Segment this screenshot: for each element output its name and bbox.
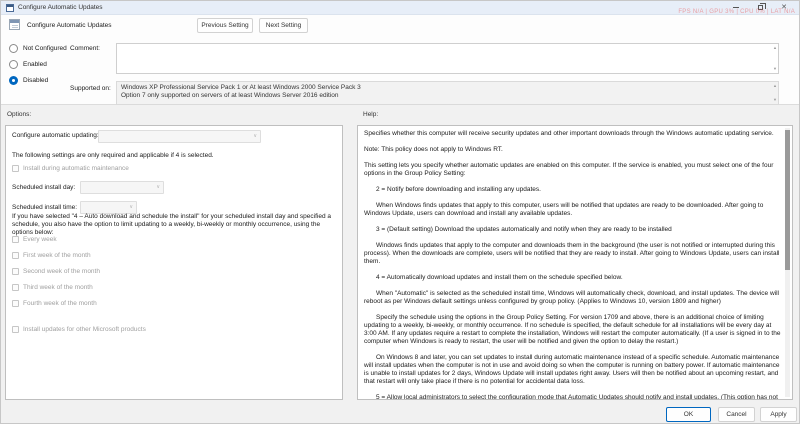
supported-on-label: Supported on: bbox=[70, 85, 111, 92]
checkbox-other-microsoft-products[interactable]: Install updates for other Microsoft prod… bbox=[12, 326, 146, 333]
radio-not-configured[interactable]: Not Configured bbox=[9, 43, 67, 53]
maintenance-checkbox-row[interactable]: Install during automatic maintenance bbox=[12, 165, 129, 172]
header-section: Configure Automatic Updates Previous Set… bbox=[1, 15, 799, 105]
install-day-dropdown[interactable]: ∨ bbox=[80, 181, 164, 194]
checkbox-label: First week of the month bbox=[23, 252, 91, 259]
checkbox-second-week[interactable]: Second week of the month bbox=[12, 268, 100, 275]
help-paragraph: This setting lets you specify whether au… bbox=[364, 162, 781, 178]
schedule-note: If you have selected "4 – Auto download … bbox=[12, 213, 336, 237]
checkbox-label: Fourth week of the month bbox=[23, 300, 97, 307]
configure-updating-dropdown[interactable]: ∨ bbox=[98, 130, 261, 143]
checkbox-fourth-week[interactable]: Fourth week of the month bbox=[12, 300, 97, 307]
help-panel-label: Help: bbox=[363, 111, 378, 118]
help-paragraph: Specify the schedule using the options i… bbox=[364, 314, 781, 346]
minimize-icon bbox=[733, 7, 739, 8]
supported-on-box: Windows XP Professional Service Pack 1 o… bbox=[116, 81, 779, 105]
help-paragraph: 3 = (Default setting) Download the updat… bbox=[364, 226, 781, 234]
install-time-label: Scheduled install time: bbox=[12, 204, 77, 211]
cancel-button[interactable]: Cancel bbox=[718, 407, 755, 422]
checkbox-label: Third week of the month bbox=[23, 284, 93, 291]
install-day-label: Scheduled install day: bbox=[12, 184, 75, 191]
policy-window-icon bbox=[6, 4, 14, 12]
performance-overlay: FPS N/A | GPU 3% | CPU 0% | LAT N/A bbox=[678, 9, 795, 15]
options-panel: Configure automatic updating: ∨ The foll… bbox=[5, 125, 343, 400]
apply-button[interactable]: Apply bbox=[760, 407, 797, 422]
checkbox-icon bbox=[12, 236, 19, 243]
next-setting-button[interactable]: Next Setting bbox=[259, 18, 308, 33]
help-paragraph: Specifies whether this computer will rec… bbox=[364, 130, 781, 138]
radio-circle-icon bbox=[9, 44, 18, 53]
maintenance-checkbox-label: Install during automatic maintenance bbox=[23, 165, 129, 172]
checkbox-third-week[interactable]: Third week of the month bbox=[12, 284, 93, 291]
help-scrollbar-thumb[interactable] bbox=[785, 130, 790, 270]
chevron-down-icon: ∨ bbox=[253, 133, 257, 139]
configure-updating-label: Configure automatic updating: bbox=[12, 132, 99, 139]
help-paragraph: When "Automatic" is selected as the sche… bbox=[364, 290, 781, 306]
help-paragraph: 5 = Allow local administrators to select… bbox=[364, 394, 781, 400]
checkbox-first-week[interactable]: First week of the month bbox=[12, 252, 91, 259]
help-paragraph: 4 = Automatically download updates and i… bbox=[364, 274, 781, 282]
scroll-down-icon[interactable]: ▼ bbox=[773, 67, 777, 71]
comment-textarea[interactable]: ▲ ▼ bbox=[116, 43, 779, 74]
radio-label: Not Configured bbox=[23, 45, 67, 52]
window-title: Configure Automatic Updates bbox=[18, 1, 103, 15]
radio-label: Disabled bbox=[23, 77, 48, 84]
help-scrollbar[interactable] bbox=[785, 128, 790, 397]
help-text: Specifies whether this computer will rec… bbox=[364, 130, 781, 400]
supported-on-line2: Option 7 only supported on servers of at… bbox=[121, 92, 768, 100]
chevron-down-icon: ∨ bbox=[129, 204, 133, 210]
scroll-down-icon[interactable]: ▼ bbox=[773, 98, 777, 102]
page-title: Configure Automatic Updates bbox=[27, 22, 112, 29]
radio-disabled[interactable]: Disabled bbox=[9, 75, 48, 85]
configure-automatic-updates-dialog: Configure Automatic Updates ✕ FPS N/A | … bbox=[0, 0, 800, 424]
checkbox-icon bbox=[12, 284, 19, 291]
help-paragraph: On Windows 8 and later, you can set upda… bbox=[364, 354, 781, 386]
radio-enabled[interactable]: Enabled bbox=[9, 59, 47, 69]
help-paragraph: 2 = Notify before downloading and instal… bbox=[364, 186, 781, 194]
ok-button[interactable]: OK bbox=[666, 407, 711, 422]
checkbox-label: Second week of the month bbox=[23, 268, 100, 275]
help-paragraph: Note: This policy does not apply to Wind… bbox=[364, 146, 781, 154]
checkbox-icon bbox=[12, 326, 19, 333]
scroll-up-icon[interactable]: ▲ bbox=[773, 46, 777, 50]
help-paragraph: When Windows finds updates that apply to… bbox=[364, 202, 781, 218]
radio-circle-icon bbox=[9, 60, 18, 69]
radio-selected-icon bbox=[9, 76, 18, 85]
comment-label: Comment: bbox=[70, 45, 100, 52]
applicable-note: The following settings are only required… bbox=[12, 152, 214, 159]
checkbox-icon bbox=[12, 268, 19, 275]
scroll-up-icon[interactable]: ▲ bbox=[773, 84, 777, 88]
checkbox-every-week[interactable]: Every week bbox=[12, 236, 57, 243]
chevron-down-icon: ∨ bbox=[156, 184, 160, 190]
policy-setting-icon bbox=[9, 19, 20, 30]
previous-setting-button[interactable]: Previous Setting bbox=[197, 18, 253, 33]
checkbox-icon bbox=[12, 252, 19, 259]
checkbox-icon bbox=[12, 300, 19, 307]
radio-label: Enabled bbox=[23, 61, 47, 68]
help-panel: Specifies whether this computer will rec… bbox=[357, 125, 793, 400]
help-paragraph: Windows finds updates that apply to the … bbox=[364, 242, 781, 266]
options-panel-label: Options: bbox=[7, 111, 31, 118]
checkbox-label: Every week bbox=[23, 236, 57, 243]
checkbox-icon bbox=[12, 165, 19, 172]
supported-on-line1: Windows XP Professional Service Pack 1 o… bbox=[121, 84, 768, 92]
checkbox-label: Install updates for other Microsoft prod… bbox=[23, 326, 146, 333]
